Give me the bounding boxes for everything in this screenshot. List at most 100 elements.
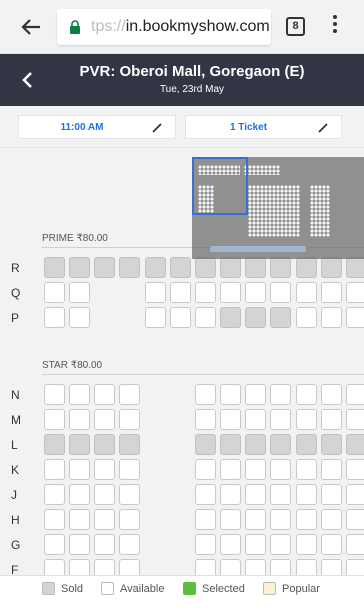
seat-available[interactable] — [119, 384, 140, 405]
seat-available[interactable] — [270, 534, 291, 555]
seat-available[interactable] — [346, 484, 364, 505]
seat-available[interactable] — [346, 307, 364, 328]
seat-available[interactable] — [245, 409, 266, 430]
seat-available[interactable] — [245, 559, 266, 575]
seat-available[interactable] — [220, 409, 241, 430]
seat-available[interactable] — [245, 384, 266, 405]
address-bar[interactable]: tps://in.bookmyshow.com — [57, 9, 271, 45]
seat-available[interactable] — [69, 559, 90, 575]
seat-available[interactable] — [321, 384, 342, 405]
ticket-count-selector[interactable]: 1 Ticket — [185, 115, 342, 139]
seat-available[interactable] — [69, 459, 90, 480]
seat-available[interactable] — [195, 484, 216, 505]
seat-available[interactable] — [321, 307, 342, 328]
back-chevron-icon[interactable] — [20, 71, 34, 89]
seat-available[interactable] — [44, 384, 65, 405]
seat-available[interactable] — [245, 509, 266, 530]
seat-available[interactable] — [296, 282, 317, 303]
seat-available[interactable] — [44, 409, 65, 430]
seat-available[interactable] — [195, 409, 216, 430]
seat-available[interactable] — [321, 409, 342, 430]
seat-available[interactable] — [145, 282, 166, 303]
seat-layout[interactable]: PRIME ₹80.00 STAR ₹80.00 R Q P N M L K J… — [0, 149, 364, 575]
showtime-selector[interactable]: 11:00 AM — [18, 115, 176, 139]
seat-available[interactable] — [69, 484, 90, 505]
seat-available[interactable] — [69, 534, 90, 555]
seat-available[interactable] — [270, 384, 291, 405]
seat-available[interactable] — [220, 459, 241, 480]
seat-available[interactable] — [270, 409, 291, 430]
seat-available[interactable] — [296, 534, 317, 555]
seat-available[interactable] — [270, 459, 291, 480]
seat-available[interactable] — [245, 484, 266, 505]
seat-available[interactable] — [195, 559, 216, 575]
seat-minimap[interactable] — [192, 157, 364, 259]
seat-available[interactable] — [44, 307, 65, 328]
seat-available[interactable] — [195, 282, 216, 303]
seat-available[interactable] — [220, 559, 241, 575]
seat-available[interactable] — [94, 559, 115, 575]
seat-available[interactable] — [220, 509, 241, 530]
seat-available[interactable] — [44, 559, 65, 575]
seat-available[interactable] — [346, 459, 364, 480]
minimap-viewport[interactable] — [192, 157, 248, 215]
seat-available[interactable] — [94, 384, 115, 405]
seat-available[interactable] — [69, 384, 90, 405]
seat-available[interactable] — [321, 559, 342, 575]
seat-available[interactable] — [119, 459, 140, 480]
seat-available[interactable] — [245, 534, 266, 555]
seat-available[interactable] — [296, 484, 317, 505]
seat-available[interactable] — [44, 484, 65, 505]
seat-available[interactable] — [119, 409, 140, 430]
seat-available[interactable] — [69, 409, 90, 430]
seat-available[interactable] — [170, 307, 191, 328]
seat-available[interactable] — [296, 409, 317, 430]
seat-available[interactable] — [296, 509, 317, 530]
seat-available[interactable] — [94, 409, 115, 430]
seat-available[interactable] — [346, 559, 364, 575]
seat-available[interactable] — [94, 534, 115, 555]
seat-available[interactable] — [296, 559, 317, 575]
seat-available[interactable] — [296, 307, 317, 328]
seat-available[interactable] — [220, 282, 241, 303]
seat-available[interactable] — [346, 534, 364, 555]
seat-available[interactable] — [195, 509, 216, 530]
seat-available[interactable] — [69, 282, 90, 303]
seat-available[interactable] — [94, 484, 115, 505]
seat-available[interactable] — [270, 509, 291, 530]
seat-available[interactable] — [69, 509, 90, 530]
seat-available[interactable] — [220, 384, 241, 405]
browser-back-icon[interactable] — [18, 14, 44, 40]
seat-available[interactable] — [296, 384, 317, 405]
seat-available[interactable] — [145, 307, 166, 328]
seat-available[interactable] — [220, 534, 241, 555]
seat-available[interactable] — [346, 409, 364, 430]
seat-available[interactable] — [321, 282, 342, 303]
seat-available[interactable] — [119, 559, 140, 575]
seat-available[interactable] — [119, 534, 140, 555]
seat-available[interactable] — [195, 307, 216, 328]
seat-available[interactable] — [346, 384, 364, 405]
seat-available[interactable] — [321, 509, 342, 530]
seat-available[interactable] — [170, 282, 191, 303]
seat-available[interactable] — [220, 484, 241, 505]
seat-available[interactable] — [44, 459, 65, 480]
seat-available[interactable] — [44, 534, 65, 555]
seat-available[interactable] — [195, 459, 216, 480]
seat-available[interactable] — [119, 509, 140, 530]
seat-available[interactable] — [94, 509, 115, 530]
seat-available[interactable] — [94, 459, 115, 480]
seat-available[interactable] — [44, 509, 65, 530]
seat-available[interactable] — [270, 484, 291, 505]
seat-available[interactable] — [270, 559, 291, 575]
seat-available[interactable] — [69, 307, 90, 328]
seat-available[interactable] — [195, 384, 216, 405]
seat-available[interactable] — [321, 459, 342, 480]
seat-available[interactable] — [296, 459, 317, 480]
seat-available[interactable] — [346, 509, 364, 530]
seat-available[interactable] — [119, 484, 140, 505]
seat-available[interactable] — [195, 534, 216, 555]
seat-available[interactable] — [346, 282, 364, 303]
seat-available[interactable] — [321, 484, 342, 505]
seat-available[interactable] — [321, 534, 342, 555]
